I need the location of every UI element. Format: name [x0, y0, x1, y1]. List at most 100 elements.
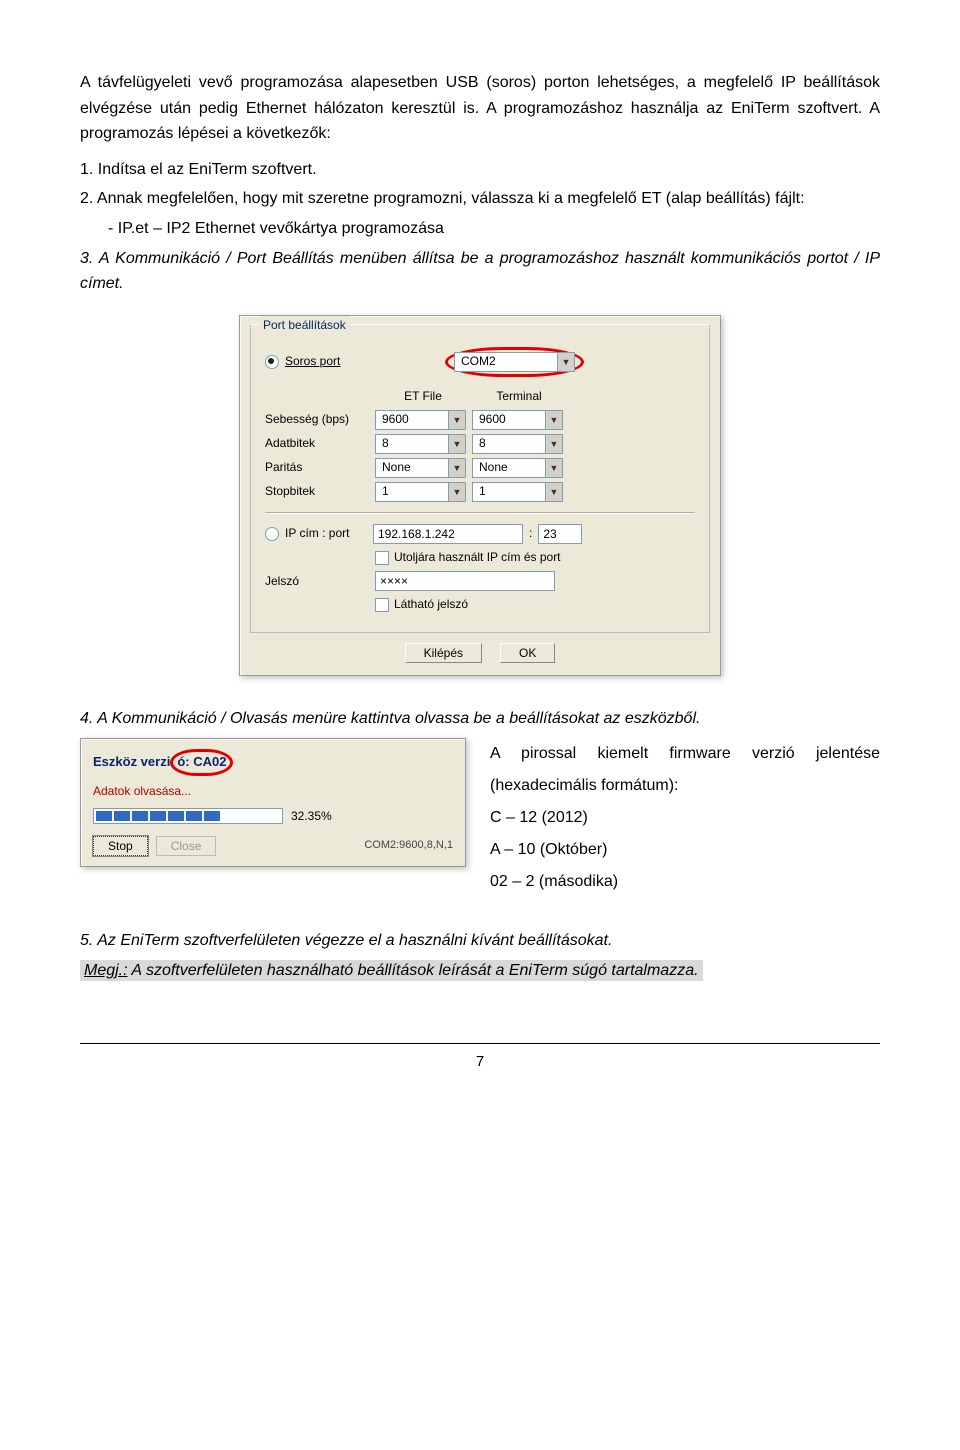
- step-2: 2. Annak megfelelően, hogy mit szeretne …: [80, 186, 880, 212]
- stopbits-term-val: 1: [473, 482, 545, 501]
- radio-ip-icon[interactable]: [265, 524, 285, 543]
- version-highlight-ellipse: ó: CA02: [170, 749, 233, 776]
- speed-term-dropdown[interactable]: 9600▼: [472, 410, 563, 430]
- parity-term-dropdown[interactable]: None▼: [472, 458, 563, 478]
- parity-et-dropdown[interactable]: None▼: [375, 458, 466, 478]
- device-version-label: Eszköz verzi: [93, 754, 170, 769]
- password-label: Jelszó: [265, 572, 375, 591]
- step-4-row: Eszköz verzió: CA02 Adatok olvasása... 3…: [80, 738, 880, 898]
- databits-et-val: 8: [376, 434, 448, 453]
- reading-status: Adatok olvasása...: [93, 782, 453, 801]
- col-et-file: ET File: [375, 387, 471, 406]
- fw-line4: 02 – 2 (másodika): [490, 873, 618, 890]
- speed-term-val: 9600: [473, 410, 545, 429]
- show-password-row: Látható jelszó: [375, 595, 695, 614]
- last-ip-row: Utoljára használt IP cím és port: [375, 548, 695, 567]
- databits-label: Adatbitek: [265, 434, 375, 453]
- groupbox-title: Port beállítások: [259, 316, 350, 335]
- fw-line3: A – 10 (Október): [490, 841, 607, 858]
- ip-port-input[interactable]: [538, 524, 582, 544]
- parity-term-val: None: [473, 458, 545, 477]
- step-2-sub: - IP.et – IP2 Ethernet vevőkártya progra…: [108, 216, 880, 242]
- databits-row: Adatbitek 8▼ 8▼: [265, 434, 695, 454]
- stopbits-label: Stopbitek: [265, 482, 375, 501]
- checkbox-last-ip[interactable]: [375, 551, 389, 565]
- col-terminal: Terminal: [471, 387, 567, 406]
- chevron-down-icon[interactable]: ▼: [545, 411, 562, 429]
- progress-row: 32.35%: [93, 807, 453, 826]
- stopbits-term-dropdown[interactable]: 1▼: [472, 482, 563, 502]
- chevron-down-icon[interactable]: ▼: [545, 435, 562, 453]
- reading-dialog: Eszköz verzió: CA02 Adatok olvasása... 3…: [80, 738, 466, 867]
- note-line: Megj.: A szoftverfelületen használható b…: [80, 958, 880, 984]
- separator: [265, 512, 695, 514]
- fw-line1: A pirossal kiemelt firmware verzió jelen…: [490, 745, 880, 794]
- checkbox-show-password[interactable]: [375, 598, 389, 612]
- step-3: 3. A Kommunikáció / Port Beállítás menüb…: [80, 246, 880, 297]
- step-5: 5. Az EniTerm szoftverfelületen végezze …: [80, 928, 880, 954]
- firmware-explanation: A pirossal kiemelt firmware verzió jelen…: [490, 738, 880, 898]
- port-settings-dialog: Port beállítások Soros port COM2 ▼ ET Fi…: [239, 315, 721, 677]
- databits-term-dropdown[interactable]: 8▼: [472, 434, 563, 454]
- parity-et-val: None: [376, 458, 448, 477]
- progress-bar: [93, 808, 283, 824]
- show-password-label[interactable]: Látható jelszó: [394, 595, 468, 614]
- com-port-dropdown[interactable]: COM2 ▼: [454, 352, 575, 372]
- fw-line2: C – 12 (2012): [490, 809, 588, 826]
- column-headers: ET File Terminal: [375, 387, 695, 406]
- port-settings-groupbox: Port beállítások Soros port COM2 ▼ ET Fi…: [250, 324, 710, 634]
- step-2-sub-text: - IP.et – IP2 Ethernet vevőkártya progra…: [108, 220, 444, 237]
- device-version-line: Eszköz verzió: CA02: [93, 749, 453, 776]
- parity-label: Paritás: [265, 458, 375, 477]
- chevron-down-icon[interactable]: ▼: [545, 483, 562, 501]
- chevron-down-icon[interactable]: ▼: [557, 353, 574, 371]
- speed-row: Sebesség (bps) 9600▼ 9600▼: [265, 410, 695, 430]
- page-footer: 7: [80, 1043, 880, 1074]
- com-status: COM2:9600,8,N,1: [364, 837, 453, 855]
- last-ip-label[interactable]: Utoljára használt IP cím és port: [394, 548, 561, 567]
- password-input[interactable]: [375, 571, 555, 591]
- parity-row: Paritás None▼ None▼: [265, 458, 695, 478]
- speed-label: Sebesség (bps): [265, 410, 375, 429]
- intro-paragraph: A távfelügyeleti vevő programozása alape…: [80, 70, 880, 147]
- step-1: 1. Indítsa el az EniTerm szoftvert.: [80, 157, 880, 183]
- stopbits-row: Stopbitek 1▼ 1▼: [265, 482, 695, 502]
- step-4-text: 4. A Kommunikáció / Olvasás menüre katti…: [80, 710, 700, 727]
- databits-et-dropdown[interactable]: 8▼: [375, 434, 466, 454]
- step-1-text: 1. Indítsa el az EniTerm szoftvert.: [80, 161, 317, 178]
- speed-et-dropdown[interactable]: 9600▼: [375, 410, 466, 430]
- ip-row: IP cím : port :: [265, 524, 695, 544]
- step-4: 4. A Kommunikáció / Olvasás menüre katti…: [80, 706, 880, 732]
- chevron-down-icon[interactable]: ▼: [448, 483, 465, 501]
- reading-button-row: Stop Close COM2:9600,8,N,1: [93, 836, 453, 856]
- serial-port-label[interactable]: Soros port: [285, 352, 445, 371]
- chevron-down-icon[interactable]: ▼: [448, 459, 465, 477]
- note-text: A szoftverfelületen használható beállítá…: [128, 962, 699, 979]
- device-version-value: CA02: [193, 754, 226, 769]
- exit-button[interactable]: Kilépés: [405, 643, 482, 663]
- chevron-down-icon[interactable]: ▼: [448, 411, 465, 429]
- chevron-down-icon[interactable]: ▼: [448, 435, 465, 453]
- intro-text: A távfelügyeleti vevő programozása alape…: [80, 74, 880, 142]
- stopbits-et-dropdown[interactable]: 1▼: [375, 482, 466, 502]
- page-number: 7: [476, 1053, 484, 1070]
- step-3-text: 3. A Kommunikáció / Port Beállítás menüb…: [80, 250, 880, 293]
- port-settings-dialog-wrap: Port beállítások Soros port COM2 ▼ ET Fi…: [80, 315, 880, 677]
- close-button: Close: [156, 836, 217, 856]
- step-2-text: 2. Annak megfelelően, hogy mit szeretne …: [80, 190, 805, 207]
- password-row: Jelszó: [265, 571, 695, 591]
- databits-term-val: 8: [473, 434, 545, 453]
- com-port-value: COM2: [455, 352, 557, 371]
- radio-serial-icon[interactable]: [265, 352, 285, 371]
- version-label-suffix: ó:: [177, 754, 193, 769]
- ok-button[interactable]: OK: [500, 643, 555, 663]
- note-bg: Megj.: A szoftverfelületen használható b…: [80, 960, 703, 981]
- step-5-text: 5. Az EniTerm szoftverfelületen végezze …: [80, 932, 612, 949]
- ip-address-input[interactable]: [373, 524, 523, 544]
- ip-label[interactable]: IP cím : port: [285, 524, 373, 543]
- chevron-down-icon[interactable]: ▼: [545, 459, 562, 477]
- com-highlight-ellipse: COM2 ▼: [445, 347, 584, 377]
- dialog-button-row: Kilépés OK: [250, 643, 710, 663]
- stop-button[interactable]: Stop: [93, 836, 148, 856]
- progress-percent: 32.35%: [291, 807, 332, 826]
